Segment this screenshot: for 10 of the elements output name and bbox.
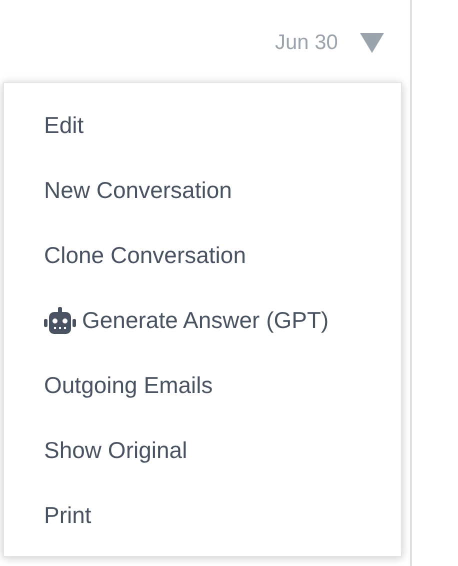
menu-item[interactable]: New Conversation	[4, 158, 401, 223]
menu-item[interactable]: Print	[4, 483, 401, 548]
conversation-date: Jun 30	[274, 31, 338, 55]
menu-item[interactable]: Clone Conversation	[4, 223, 401, 288]
caret-icon[interactable]	[360, 33, 384, 53]
menu-item[interactable]: Edit	[4, 93, 401, 158]
menu-item[interactable]: Outgoing Emails	[4, 353, 401, 418]
menu-item[interactable]: Show Original	[4, 418, 401, 483]
robot-icon	[44, 306, 76, 334]
menu-item[interactable]: Generate Answer (GPT)	[4, 288, 401, 353]
